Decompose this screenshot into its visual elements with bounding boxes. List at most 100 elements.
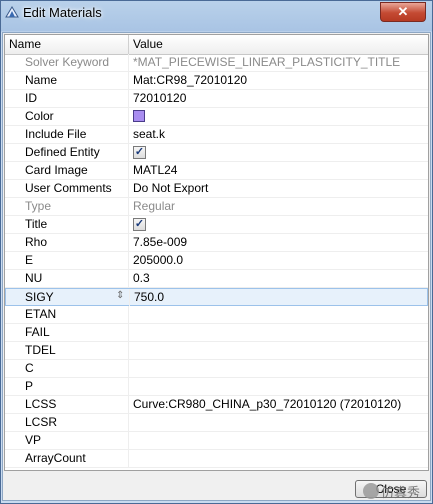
cell-divider [128,162,129,179]
edit-materials-window: Edit Materials ✕ Name Value Solver Keywo… [0,0,433,504]
cell-divider [128,108,129,125]
property-row-lcsr[interactable]: LCSR [5,414,428,432]
property-name: Name [25,73,58,87]
dialog-body: Name Value Solver Keyword *MAT_PIECEWISE_… [2,32,431,501]
property-value[interactable] [133,378,423,395]
property-row-tdel[interactable]: TDEL [5,342,428,360]
property-value[interactable]: Curve:CR980_CHINA_p30_72010120 (72010120… [133,396,423,413]
property-name: P [25,379,34,393]
property-row-sigy[interactable]: SIGY ⇕ 750.0 [5,288,428,306]
property-name: ETAN [25,307,57,321]
property-row-card-image[interactable]: Card Image MATL24 [5,162,428,180]
property-value[interactable]: Mat:CR98_72010120 [133,72,423,89]
property-row-lcss[interactable]: LCSS Curve:CR980_CHINA_p30_72010120 (7201… [5,396,428,414]
property-row-rho[interactable]: Rho 7.85e-009 [5,234,428,252]
property-value-input[interactable]: 750.0 [134,289,424,306]
property-row-color[interactable]: Color [5,108,428,126]
property-name: User Comments [25,181,112,195]
property-row-etan[interactable]: ETAN [5,306,428,324]
cell-divider [128,306,129,323]
property-value[interactable] [133,342,423,359]
property-row-title[interactable]: Title ✓ [5,216,428,234]
column-header-name[interactable]: Name [7,35,41,54]
property-rows: Solver Keyword *MAT_PIECEWISE_LINEAR_PLAS… [5,54,428,468]
property-value[interactable] [133,414,423,431]
property-row-fail[interactable]: FAIL [5,324,428,342]
grid-header: Name Value [5,35,428,55]
property-value[interactable]: Regular [133,198,423,215]
window-title: Edit Materials [23,5,102,20]
property-row-arraycount[interactable]: ArrayCount [5,450,428,468]
property-value[interactable]: 72010120 [133,90,423,107]
property-name: Title [25,217,48,231]
property-name: C [25,361,34,375]
spin-arrows-icon[interactable]: ⇕ [116,290,124,301]
checkbox[interactable]: ✓ [133,146,146,159]
property-row-include-file[interactable]: Include File seat.k [5,126,428,144]
property-row-id[interactable]: ID 72010120 [5,90,428,108]
property-value[interactable]: 205000.0 [133,252,423,269]
color-swatch[interactable] [133,110,145,122]
cell-divider [128,198,129,215]
property-name: Type [25,199,52,213]
property-row-solver-keyword[interactable]: Solver Keyword *MAT_PIECEWISE_LINEAR_PLAS… [5,54,428,72]
property-row-e[interactable]: E 205000.0 [5,252,428,270]
property-value[interactable]: 0.3 [133,270,423,287]
property-row-vp[interactable]: VP [5,432,428,450]
property-name: FAIL [25,325,50,339]
property-row-nu[interactable]: NU 0.3 [5,270,428,288]
property-value[interactable]: *MAT_PIECEWISE_LINEAR_PLASTICITY_TITLE [133,54,423,71]
property-value[interactable]: Do Not Export [133,180,423,197]
watermark: 仿真秀 [363,481,433,501]
cell-divider [128,342,129,359]
app-icon [5,6,19,18]
property-row-c[interactable]: C [5,360,428,378]
property-grid: Name Value Solver Keyword *MAT_PIECEWISE_… [4,34,429,471]
property-value[interactable] [133,432,423,449]
property-row-type[interactable]: Type Regular [5,198,428,216]
property-value[interactable] [133,306,423,323]
cell-divider [128,378,129,395]
property-value[interactable]: 7.85e-009 [133,234,423,251]
window-close-button[interactable]: ✕ [380,2,426,22]
property-name: Solver Keyword [25,55,110,69]
property-value[interactable]: seat.k [133,126,423,143]
cell-divider [128,270,129,287]
property-value[interactable]: MATL24 [133,162,423,179]
property-name: Color [25,109,54,123]
title-bar[interactable]: Edit Materials ✕ [1,1,432,25]
cell-divider [128,216,129,233]
cell-divider [128,90,129,107]
cell-divider [128,144,129,161]
cell-divider [128,414,129,431]
cell-divider [128,450,129,467]
property-name: ArrayCount [25,451,86,465]
watermark-text: 仿真秀 [381,485,421,500]
property-name: E [25,253,34,267]
property-name: NU [25,271,43,285]
property-row-p[interactable]: P [5,378,428,396]
property-name: SIGY [25,290,54,304]
property-name: LCSR [25,415,58,429]
property-name: Defined Entity [25,145,100,159]
cell-divider [128,360,129,377]
cell-divider [128,72,129,89]
property-name: LCSS [25,397,57,411]
property-name: Card Image [25,163,88,177]
property-row-user-comments[interactable]: User Comments Do Not Export [5,180,428,198]
column-divider[interactable] [128,35,129,54]
property-value[interactable] [133,360,423,377]
checkbox[interactable]: ✓ [133,218,146,231]
cell-divider [128,180,129,197]
cell-divider [129,289,130,306]
cell-divider [128,252,129,269]
property-name: Include File [25,127,87,141]
property-row-defined-entity[interactable]: Defined Entity ✓ [5,144,428,162]
column-header-value[interactable]: Value [131,35,163,54]
property-value[interactable] [133,324,423,341]
cell-divider [128,324,129,341]
property-value[interactable] [133,450,423,467]
cell-divider [128,432,129,449]
property-row-name[interactable]: Name Mat:CR98_72010120 [5,72,428,90]
cell-divider [128,234,129,251]
